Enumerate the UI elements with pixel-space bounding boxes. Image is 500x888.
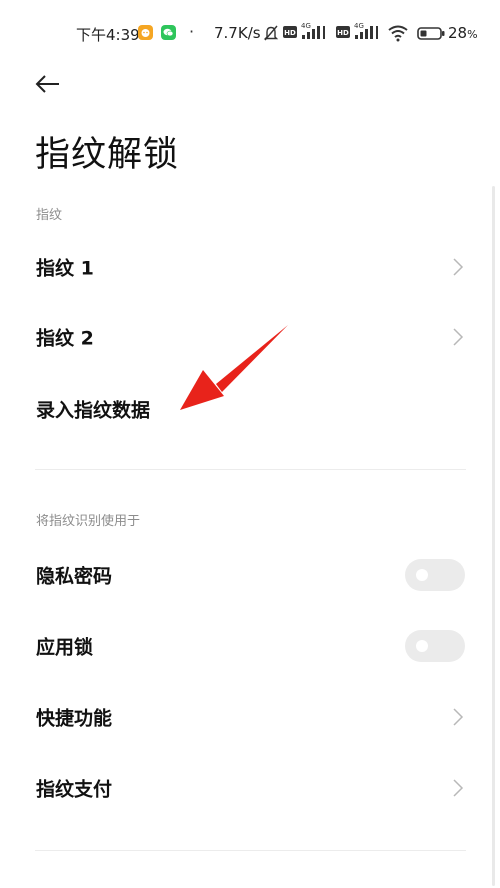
list-item-label: 指纹 2 [36, 327, 94, 350]
list-item-enroll-fingerprint[interactable]: 录入指纹数据 [0, 378, 492, 440]
hd-badge-text: HD [337, 29, 349, 37]
status-bar: 下午4:39 · 7.7K/s HD 4G HD 4G 28% [0, 0, 500, 70]
signal-icon: 4G [354, 22, 378, 39]
hd-badge-text: HD [284, 29, 296, 37]
network-type-2: 4G [354, 22, 364, 30]
notification-app-icon [138, 25, 153, 40]
list-item-shortcuts[interactable]: 快捷功能 [0, 686, 492, 748]
list-item-fingerprint-payment[interactable]: 指纹支付 [0, 757, 492, 819]
signal-icon: 4G [301, 22, 325, 39]
list-item-privacy-password[interactable]: 隐私密码 [0, 544, 492, 606]
back-arrow-icon[interactable] [34, 70, 62, 98]
status-time: 下午4:39 [76, 26, 140, 44]
section-divider [35, 850, 466, 851]
mute-icon [263, 25, 279, 41]
list-item-fingerprint-2[interactable]: 指纹 2 [0, 306, 492, 368]
privacy-password-toggle[interactable] [405, 559, 465, 591]
list-item-label: 指纹支付 [36, 778, 113, 801]
chevron-right-icon [453, 779, 464, 797]
list-item-fingerprint-1[interactable]: 指纹 1 [0, 236, 492, 298]
chevron-right-icon [453, 708, 464, 726]
toggle-knob [416, 569, 428, 581]
network-type-1: 4G [301, 22, 311, 30]
chevron-right-icon [453, 328, 464, 346]
list-item-label: 应用锁 [36, 636, 94, 659]
network-speed: 7.7K/s [214, 24, 261, 42]
list-item-label: 快捷功能 [36, 707, 113, 730]
list-item-label: 录入指纹数据 [36, 399, 151, 422]
battery-percent: 28% [448, 24, 478, 42]
app-lock-toggle[interactable] [405, 630, 465, 662]
section-label-usage: 将指纹识别使用于 [36, 514, 141, 529]
list-item-app-lock[interactable]: 应用锁 [0, 615, 492, 677]
section-label-fingerprints: 指纹 [36, 208, 63, 223]
hd-icon: HD [336, 26, 350, 38]
list-item-label: 指纹 1 [36, 257, 94, 280]
battery-icon [417, 27, 445, 40]
page-title: 指纹解锁 [35, 135, 180, 175]
scrollbar[interactable] [492, 186, 495, 886]
chevron-right-icon [453, 258, 464, 276]
status-separator: · [189, 22, 195, 41]
wifi-icon [388, 25, 408, 42]
wechat-icon [161, 25, 176, 40]
toggle-knob [416, 640, 428, 652]
hd-icon: HD [283, 26, 297, 38]
list-item-label: 隐私密码 [36, 565, 113, 588]
section-divider [35, 469, 466, 470]
